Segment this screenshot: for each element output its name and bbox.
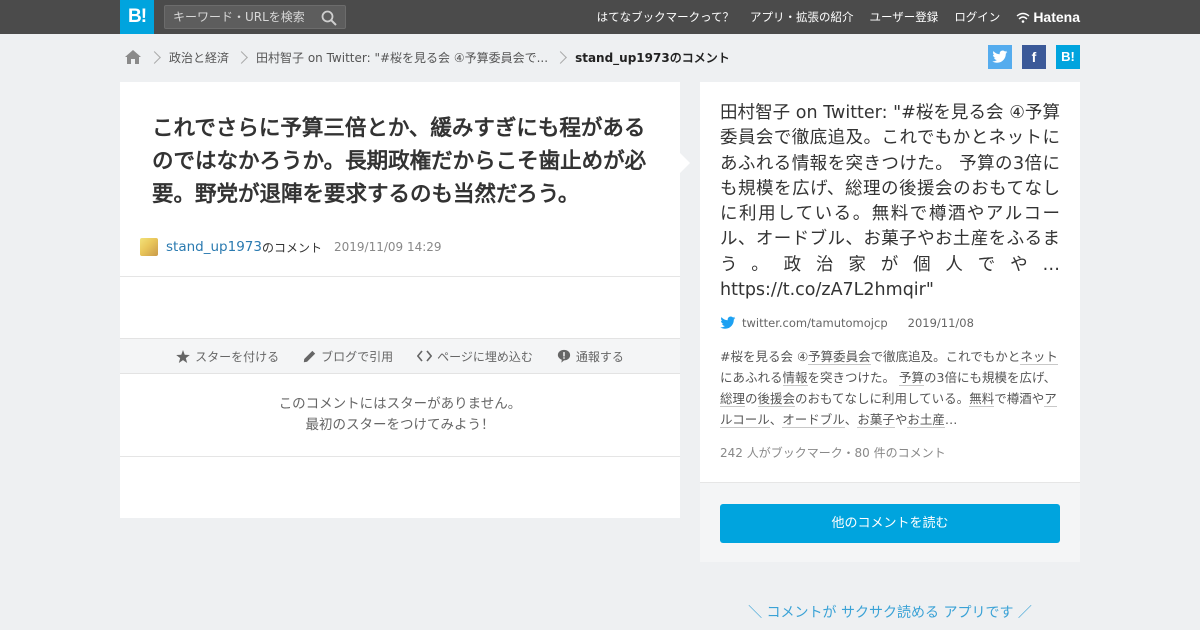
summary-text: にあふれる (720, 370, 783, 385)
summary-text: の (745, 391, 758, 406)
hatena-brand[interactable]: Hatena (1016, 9, 1080, 25)
entry-card: 田村智子 on Twitter: "#桜を見る会 ④予算委員会で徹底追及。これで… (700, 82, 1080, 562)
twitter-share-button[interactable] (988, 45, 1012, 69)
summary-text: の3倍にも規模を広げ、 (924, 370, 1057, 385)
report-button[interactable]: 通報する (557, 348, 624, 365)
summary-text: で徹底追及。これでもかと (870, 349, 1021, 364)
summary-keyword[interactable]: お土産 (907, 412, 945, 428)
no-star-message: このコメントにはスターがありません。 最初のスターをつけてみよう！ (120, 394, 680, 436)
star-icon (176, 349, 190, 363)
nav-about[interactable]: はてなブックマークって？ (597, 9, 734, 25)
entry-meta: twitter.com/tamutomojcp 2019/11/08 (720, 316, 974, 330)
read-other-comments-button[interactable]: 他のコメントを読む (720, 504, 1060, 543)
breadcrumb-separator (554, 50, 567, 64)
comment-actions: スターを付ける ブログで引用 ページに埋め込む 通報する (120, 338, 680, 374)
comment-username[interactable]: stand_up1973 (166, 239, 262, 255)
search-input[interactable] (165, 6, 315, 28)
summary-keyword[interactable]: 予算委員会 (808, 349, 871, 365)
summary-keyword[interactable]: 無料 (969, 391, 995, 407)
nav-login[interactable]: ログイン (954, 9, 1000, 25)
code-icon (417, 350, 433, 362)
embed-button[interactable]: ページに埋め込む (417, 348, 533, 365)
summary-text: 、 (769, 412, 783, 427)
entry-domain[interactable]: twitter.com/tamutomojcp (742, 316, 888, 330)
summary-text: 、 (844, 412, 858, 427)
breadcrumb-separator (148, 50, 161, 64)
summary-keyword[interactable]: オードブル (782, 412, 845, 428)
hatena-share-button[interactable]: B! (1056, 45, 1080, 69)
home-icon[interactable] (124, 49, 142, 65)
breadcrumb: 政治と経済 田村智子 on Twitter: "#桜を見る会 ④予算委員会で..… (124, 46, 730, 68)
entry-date: 2019/11/08 (907, 316, 974, 330)
divider (120, 456, 680, 457)
hatena-bookmark-logo[interactable]: B! (120, 0, 154, 34)
comment-meta: stand_up1973 のコメント 2019/11/09 14:29 (140, 238, 442, 256)
hatena-brand-label: Hatena (1033, 9, 1080, 25)
app-promo-link[interactable]: ＼ コメントが サクサク読める アプリです ／ (700, 602, 1080, 622)
pencil-icon (303, 350, 316, 362)
breadcrumb-entry[interactable]: 田村智子 on Twitter: "#桜を見る会 ④予算委員会で... (256, 49, 548, 66)
twitter-icon (720, 316, 736, 329)
blog-quote-button[interactable]: ブログで引用 (303, 348, 393, 365)
summary-keyword[interactable]: 後援会 (757, 391, 796, 407)
add-star-label: スターを付ける (195, 349, 280, 364)
nav-apps[interactable]: アプリ・拡張の紹介 (750, 9, 854, 25)
summary-text: … (944, 412, 958, 427)
top-nav: はてなブックマークって？ アプリ・拡張の紹介 ユーザー登録 ログイン Haten… (581, 0, 1080, 34)
breadcrumb-current: stand_up1973のコメント (575, 50, 730, 65)
comment-card: これでさらに予算三倍とか、緩みすぎにも程があるのではなかろうか。長期政権だからこ… (120, 82, 680, 518)
blog-quote-label: ブログで引用 (321, 349, 394, 364)
entry-card-footer: 他のコメントを読む (700, 482, 1080, 562)
entry-title[interactable]: 田村智子 on Twitter: "#桜を見る会 ④予算委員会で徹底追及。これで… (720, 101, 1060, 303)
summary-text: #桜を見る会 ④ (720, 349, 809, 364)
summary-keyword[interactable]: ネット (1020, 349, 1058, 365)
comment-text: これでさらに予算三倍とか、緩みすぎにも程があるのではなかろうか。長期政権だからこ… (152, 116, 647, 207)
summary-text: を突きつけた。 (807, 370, 900, 385)
breadcrumb-separator (235, 50, 248, 64)
share-buttons: f B! (978, 45, 1080, 69)
search-icon[interactable] (321, 10, 337, 26)
report-icon (557, 349, 571, 363)
card-pointer (680, 153, 690, 173)
summary-keyword[interactable]: 総理 (720, 391, 746, 407)
report-label: 通報する (575, 349, 624, 364)
twitter-icon (992, 50, 1008, 63)
hatena-icon (1016, 12, 1030, 23)
no-star-line1: このコメントにはスターがありません。 (278, 396, 522, 412)
no-star-line2: 最初のスターをつけてみよう！ (305, 417, 495, 433)
summary-keyword[interactable]: 予算 (899, 370, 925, 386)
summary-text: のおもてなしに利用している。 (795, 391, 970, 406)
nav-register[interactable]: ユーザー登録 (870, 9, 939, 25)
add-star-button[interactable]: スターを付ける (176, 348, 279, 365)
facebook-share-button[interactable]: f (1022, 45, 1046, 69)
comment-suffix: のコメント (261, 240, 322, 255)
entry-counts[interactable]: 242 人がブックマーク・80 件のコメント (720, 444, 946, 461)
entry-summary: #桜を見る会 ④予算委員会で徹底追及。これでもかとネットにあふれる情報を突きつけ… (720, 346, 1060, 430)
summary-text: や (894, 412, 908, 427)
breadcrumb-category[interactable]: 政治と経済 (169, 49, 229, 66)
summary-text: で樽酒や (994, 391, 1045, 406)
embed-label: ページに埋め込む (437, 349, 533, 364)
divider (120, 276, 680, 277)
comment-date[interactable]: 2019/11/09 14:29 (334, 240, 442, 254)
summary-keyword[interactable]: お菓子 (857, 412, 895, 428)
summary-keyword[interactable]: 情報 (782, 370, 808, 386)
avatar[interactable] (140, 238, 158, 256)
top-bar: B! はてなブックマークって？ アプリ・拡張の紹介 ユーザー登録 ログイン Ha… (0, 0, 1200, 34)
search-box[interactable] (164, 5, 346, 29)
